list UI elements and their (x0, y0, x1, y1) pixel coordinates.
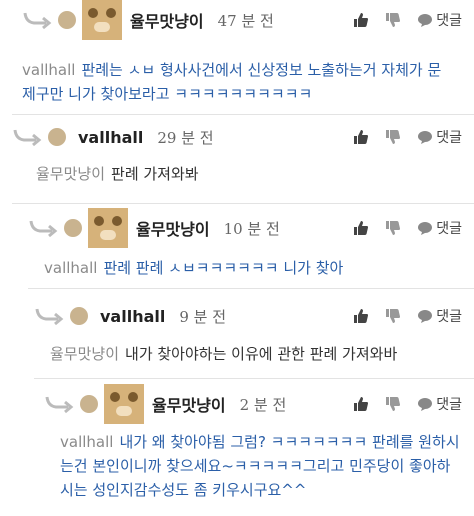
comment-actions: 댓글 (353, 0, 462, 40)
reply-arrow-icon (45, 396, 74, 414)
reply-arrow-icon (13, 129, 42, 147)
speech-bubble-icon (418, 222, 433, 235)
reply-button[interactable]: 댓글 (417, 306, 462, 326)
divider (34, 378, 474, 379)
reply-button[interactable]: 댓글 (417, 127, 462, 147)
comment-header: 율무맛냥이 47 분 전 (22, 0, 274, 40)
cat-avatar[interactable] (88, 208, 128, 248)
reply-target[interactable]: vallhall (60, 433, 113, 451)
reply-arrow-icon (35, 308, 64, 326)
reply-label: 댓글 (436, 130, 462, 146)
like-button[interactable] (353, 129, 369, 145)
dislike-button[interactable] (385, 129, 401, 145)
thumbs-up-icon (354, 13, 369, 27)
nickname[interactable]: vallhall (78, 128, 143, 147)
speech-bubble-icon (418, 398, 433, 411)
nickname[interactable]: 율무맛냥이 (136, 216, 210, 240)
divider (12, 114, 474, 115)
thumbs-up-icon (354, 221, 369, 235)
comment-actions: 댓글 (353, 117, 462, 157)
divider (28, 288, 474, 289)
comment-body: vallhall 판례 판례 ㅅㅂㅋㅋㅋㅋㅋㅋ 니가 찾아 (44, 256, 456, 280)
user-dot-icon (64, 219, 82, 237)
thumbs-down-icon (386, 309, 401, 323)
user-dot-icon (80, 395, 98, 413)
reply-button[interactable]: 댓글 (417, 10, 462, 30)
comment-header: 율무맛냥이 10 분 전 (28, 208, 280, 248)
speech-bubble-icon (418, 14, 433, 27)
user-dot-icon (58, 11, 76, 29)
comment-header: 율무맛냥이 2 분 전 (44, 384, 286, 424)
thumbs-up-icon (354, 130, 369, 144)
thumbs-down-icon (386, 397, 401, 411)
comment-header: vallhall 29 분 전 (12, 117, 214, 157)
reply-target[interactable]: 율무맛냥이 (36, 165, 105, 183)
like-button[interactable] (353, 396, 369, 412)
comment-actions: 댓글 (353, 384, 462, 424)
user-dot-icon (48, 128, 66, 146)
reply-button[interactable]: 댓글 (417, 218, 462, 238)
thumbs-up-icon (354, 309, 369, 323)
comment-body: vallhall 판례는 ㅅㅂ 형사사건에서 신상정보 노출하는거 자체가 문제구… (22, 58, 452, 106)
reply-label: 댓글 (436, 13, 462, 29)
nickname[interactable]: vallhall (100, 307, 165, 326)
reply-arrow-icon (29, 220, 58, 238)
reply-label: 댓글 (436, 309, 462, 325)
comment-actions: 댓글 (353, 296, 462, 336)
nickname[interactable]: 율무맛냥이 (152, 392, 226, 416)
timestamp: 2 분 전 (239, 395, 287, 414)
cat-avatar[interactable] (104, 384, 144, 424)
thumbs-up-icon (354, 397, 369, 411)
like-button[interactable] (353, 12, 369, 28)
comment-text: 내가 찾아야하는 이유에 관한 판례 가져와바 (125, 345, 398, 363)
dislike-button[interactable] (385, 396, 401, 412)
timestamp: 47 분 전 (217, 11, 274, 30)
thumbs-down-icon (386, 130, 401, 144)
reply-target[interactable]: 율무맛냥이 (50, 345, 119, 363)
reply-button[interactable]: 댓글 (417, 394, 462, 414)
comment-header: vallhall 9 분 전 (34, 296, 226, 336)
comment-body: 율무맛냥이 내가 찾아야하는 이유에 관한 판례 가져와바 (50, 342, 456, 366)
timestamp: 29 분 전 (157, 128, 214, 147)
comment-text: 판례 가져와봐 (111, 165, 199, 183)
thumbs-down-icon (386, 221, 401, 235)
reply-target[interactable]: vallhall (22, 61, 75, 79)
speech-bubble-icon (418, 310, 433, 323)
comment-text: 내가 왜 찾아야됨 그럼? ㅋㅋㅋㅋㅋㅋㅋ 판례를 원하시는건 본인이니까 찾으… (60, 433, 460, 499)
like-button[interactable] (353, 308, 369, 324)
like-button[interactable] (353, 220, 369, 236)
nickname[interactable]: 율무맛냥이 (130, 8, 204, 32)
thumbs-down-icon (386, 13, 401, 27)
timestamp: 10 분 전 (223, 219, 280, 238)
cat-avatar[interactable] (82, 0, 122, 40)
comment-body: vallhall 내가 왜 찾아야됨 그럼? ㅋㅋㅋㅋㅋㅋㅋ 판례를 원하시는건 … (60, 430, 460, 502)
reply-arrow-icon (23, 12, 52, 30)
comment-body: 율무맛냥이 판례 가져와봐 (36, 162, 456, 186)
reply-label: 댓글 (436, 397, 462, 413)
timestamp: 9 분 전 (179, 307, 227, 326)
dislike-button[interactable] (385, 12, 401, 28)
dislike-button[interactable] (385, 220, 401, 236)
comment-text: 판례 판례 ㅅㅂㅋㅋㅋㅋㅋㅋ 니가 찾아 (103, 259, 344, 277)
reply-target[interactable]: vallhall (44, 259, 97, 277)
reply-label: 댓글 (436, 221, 462, 237)
user-dot-icon (70, 307, 88, 325)
speech-bubble-icon (418, 131, 433, 144)
comment-actions: 댓글 (353, 208, 462, 248)
comment-text: 판례는 ㅅㅂ 형사사건에서 신상정보 노출하는거 자체가 문제구만 니가 찾아보… (22, 61, 442, 103)
dislike-button[interactable] (385, 308, 401, 324)
divider (12, 203, 474, 204)
